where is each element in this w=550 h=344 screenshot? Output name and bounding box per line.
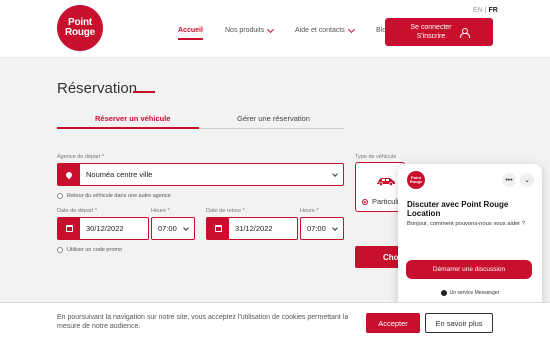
vehicle-type-radio-selected[interactable] [362, 198, 368, 205]
chat-logo: Point Rouge [407, 171, 425, 189]
departure-agency-select[interactable]: Nouméa centre ville [57, 163, 344, 186]
chevron-down-icon [347, 25, 355, 33]
vehicle-type-option-label: Particuli [372, 197, 399, 206]
chat-title: Discuter avec Point Rouge Location [407, 200, 509, 218]
location-pin-icon [58, 164, 80, 185]
nav-products-label: Nos produits [225, 27, 265, 34]
return-time-select[interactable]: 07:00 [300, 217, 344, 240]
chevron-down-icon [332, 170, 338, 177]
chat-logo-line2: Rouge [409, 179, 423, 184]
return-other-label: Retour du véhicule dans une autre agence [67, 193, 171, 199]
departure-time-select[interactable]: 07:00 [151, 217, 195, 240]
return-date-input[interactable]: 31/12/2022 [206, 217, 298, 240]
chat-footer-label: Un service Messenger [449, 290, 500, 296]
chat-welcome-message: Bonjour, comment pouvons-nous vous aider… [407, 221, 525, 227]
car-icon [377, 178, 395, 186]
departure-agency-value: Nouméa centre ville [86, 170, 153, 179]
lang-fr[interactable]: FR [488, 7, 497, 14]
login-label: Se connecter [410, 24, 452, 31]
nav-home-label: Accueil [178, 27, 203, 34]
title-accent [133, 91, 155, 93]
return-other-agency-option[interactable]: Retour du véhicule dans une autre agence [57, 193, 171, 199]
return-date-label: Date de retour * [206, 208, 245, 214]
accept-cookies-button[interactable]: Accepter [366, 313, 420, 333]
departure-time-label: Heure * [151, 208, 170, 214]
minimize-chat-icon[interactable]: ⌄ [520, 173, 534, 187]
point-rouge-logo[interactable]: Point Rouge [57, 5, 103, 51]
chevron-down-icon [267, 25, 275, 33]
vehicle-type-label: Type de véhicule [355, 154, 397, 160]
promo-code-label: Utiliser un code promo [67, 247, 123, 253]
promo-code-radio[interactable] [57, 247, 63, 253]
start-conversation-button[interactable]: Démarrer une discussion [406, 260, 532, 279]
login-signup-button[interactable]: Se connecter S'inscrire [385, 18, 493, 46]
chat-footer: Un service Messenger [398, 290, 542, 296]
vehicle-type-option[interactable]: Particuli [362, 197, 399, 206]
nav-help[interactable]: Aide et contacts [295, 25, 355, 34]
signup-label: S'inscrire [416, 33, 446, 40]
nav-home[interactable]: Accueil [178, 27, 203, 40]
departure-time-value: 07:00 [158, 224, 177, 233]
nav-products[interactable]: Nos produits [225, 25, 275, 34]
more-options-icon[interactable]: ••• [502, 173, 516, 187]
lang-en[interactable]: EN [473, 7, 483, 14]
departure-date-label: Date de départ * [57, 208, 98, 214]
departure-date-value: 30/12/2022 [86, 224, 124, 233]
user-icon [459, 28, 470, 38]
active-tab-indicator [57, 127, 199, 129]
messenger-chat-widget: Point Rouge ••• ⌄ Discuter avec Point Ro… [398, 164, 542, 309]
lang-separator: | [484, 7, 487, 14]
language-switcher: EN | FR [473, 7, 498, 14]
return-time-value: 07:00 [307, 224, 326, 233]
page-title: Réservation [57, 80, 138, 97]
calendar-icon [58, 218, 80, 239]
tab-manage-reservation[interactable]: Gérer une réservation [237, 114, 310, 123]
site-header: Point Rouge EN | FR Accueil Nos produits… [0, 0, 550, 58]
learn-more-button[interactable]: En savoir plus [425, 313, 493, 333]
return-time-label: Heure * [300, 208, 319, 214]
cookie-text: En poursuivant la navigation sur notre s… [57, 314, 349, 330]
calendar-icon [207, 218, 229, 239]
nav-help-label: Aide et contacts [295, 27, 345, 34]
logo-line2: Rouge [64, 27, 96, 38]
departure-date-input[interactable]: 30/12/2022 [57, 217, 149, 240]
return-date-value: 31/12/2022 [235, 224, 273, 233]
messenger-icon [440, 290, 447, 296]
return-other-radio[interactable] [57, 193, 63, 199]
departure-agency-label: Agence de départ * [57, 154, 105, 160]
chevron-down-icon [183, 224, 189, 231]
tab-reserve-vehicle[interactable]: Réserver un véhicule [95, 114, 170, 123]
chevron-down-icon [332, 224, 338, 231]
promo-code-option[interactable]: Utiliser un code promo [57, 247, 122, 253]
